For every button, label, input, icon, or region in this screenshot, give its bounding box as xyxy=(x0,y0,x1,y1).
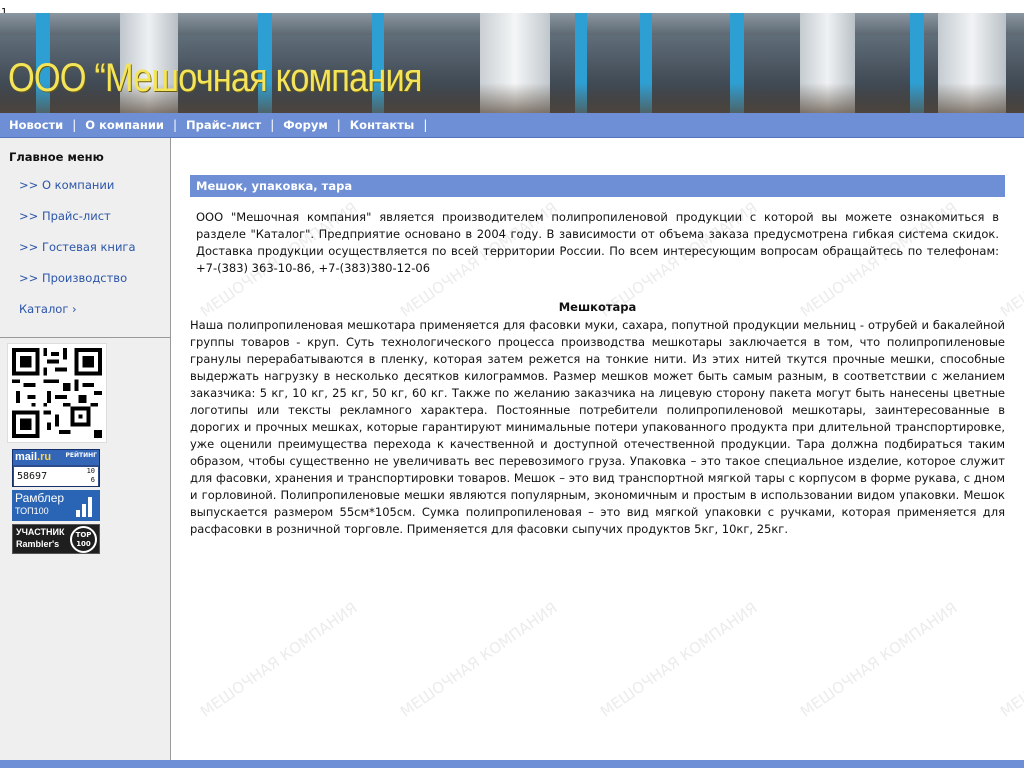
top-navigation: Новости | О компании | Прайс-лист | Фору… xyxy=(0,113,1024,138)
qr-code-icon xyxy=(8,344,106,442)
sidebar-item-pricelist[interactable]: >> Прайс-лист xyxy=(19,209,111,223)
nav-forum[interactable]: Форум xyxy=(283,118,327,132)
nav-separator: | xyxy=(72,118,77,132)
watermark: МЕШОЧНАЯ КОМПАНИЯ xyxy=(997,599,1024,721)
participant-badge-line2: Rambler's xyxy=(16,539,60,549)
sidebar-item-label: Прайс-лист xyxy=(41,209,111,223)
sidebar-item-arrow: >> xyxy=(19,271,39,285)
mail-ru-logo-text: mail xyxy=(15,451,38,463)
mail-ru-rating-badge[interactable]: mail.ru РЕЙТИНГ 58697 10 6 xyxy=(12,449,100,487)
sidebar-item-label: Гостевая книга xyxy=(41,240,136,254)
mail-ru-counter: 58697 xyxy=(14,467,98,486)
nav-separator: | xyxy=(423,118,428,132)
qr-code xyxy=(7,343,107,443)
subsection-title: Мешкотара xyxy=(558,300,637,314)
nav-pricelist[interactable]: Прайс-лист xyxy=(186,118,261,132)
main-content: МЕШОЧНАЯ КОМПАНИЯ МЕШОЧНАЯ КОМПАНИЯ МЕШО… xyxy=(172,138,1024,760)
rambler-top100-badge[interactable]: Рамблер ТОП100 xyxy=(12,490,100,521)
sidebar-item-catalog[interactable]: Каталог › xyxy=(19,302,77,316)
nav-separator: | xyxy=(270,118,275,132)
sidebar: Главное меню >> О компании >> Прайс-лист… xyxy=(0,138,171,760)
watermark: МЕШОЧНАЯ КОМПАНИЯ xyxy=(797,598,961,721)
sidebar-item-about[interactable]: >> О компании xyxy=(19,178,114,192)
sidebar-item-label: О компании xyxy=(41,178,115,192)
mail-ru-small-counts: 10 6 xyxy=(87,467,95,485)
mail-ru-small-top: 10 xyxy=(86,467,95,475)
intro-paragraph: ООО "Мешочная компания" является произво… xyxy=(196,210,999,275)
sidebar-item-arrow: >> xyxy=(19,240,39,254)
site-title: ООО “Мешочная компания xyxy=(8,56,422,100)
mail-ru-small-bottom: 6 xyxy=(90,476,95,484)
section-title: Мешок, упаковка, тара xyxy=(190,175,1005,197)
sidebar-item-label: Каталог xyxy=(19,302,69,316)
sidebar-item-arrow: >> xyxy=(19,178,39,192)
page-marker-bar: 1 xyxy=(0,0,1024,18)
nav-news[interactable]: Новости xyxy=(9,118,63,132)
nav-separator: | xyxy=(336,118,341,132)
rambler-participant-badge[interactable]: УЧАСТНИК Rambler's TOP 100 xyxy=(12,524,100,554)
footer-bar xyxy=(0,760,1024,768)
participant-badge-line1: УЧАСТНИК xyxy=(16,527,65,537)
sidebar-item-arrow: >> xyxy=(19,209,39,223)
body-paragraph: Наша полипропиленовая мешкотара применяе… xyxy=(190,318,1005,536)
watermark: МЕШОЧНАЯ КОМПАНИЯ xyxy=(597,598,761,721)
nav-about[interactable]: О компании xyxy=(85,118,164,132)
watermark: МЕШОЧНАЯ КОМПАНИЯ xyxy=(397,598,561,721)
sidebar-item-guestbook[interactable]: >> Гостевая книга xyxy=(19,240,136,254)
mail-ru-rating-label: РЕЙТИНГ xyxy=(65,452,97,459)
sidebar-item-label: Производство xyxy=(41,271,128,285)
sidebar-menu-title: Главное меню xyxy=(9,150,104,164)
sidebar-item-arrow: › xyxy=(72,302,77,316)
nav-separator: | xyxy=(172,118,177,132)
nav-contacts[interactable]: Контакты xyxy=(350,118,415,132)
sidebar-divider xyxy=(0,337,170,338)
mail-ru-logo-suffix: .ru xyxy=(37,451,52,463)
header-banner: ООО “Мешочная компания xyxy=(0,13,1024,113)
sidebar-item-production[interactable]: >> Производство xyxy=(19,271,127,285)
watermark: МЕШОЧНАЯ КОМПАНИЯ xyxy=(197,598,361,721)
top100-circle-icon: TOP 100 xyxy=(70,526,97,553)
rambler-bars-icon xyxy=(76,497,94,517)
